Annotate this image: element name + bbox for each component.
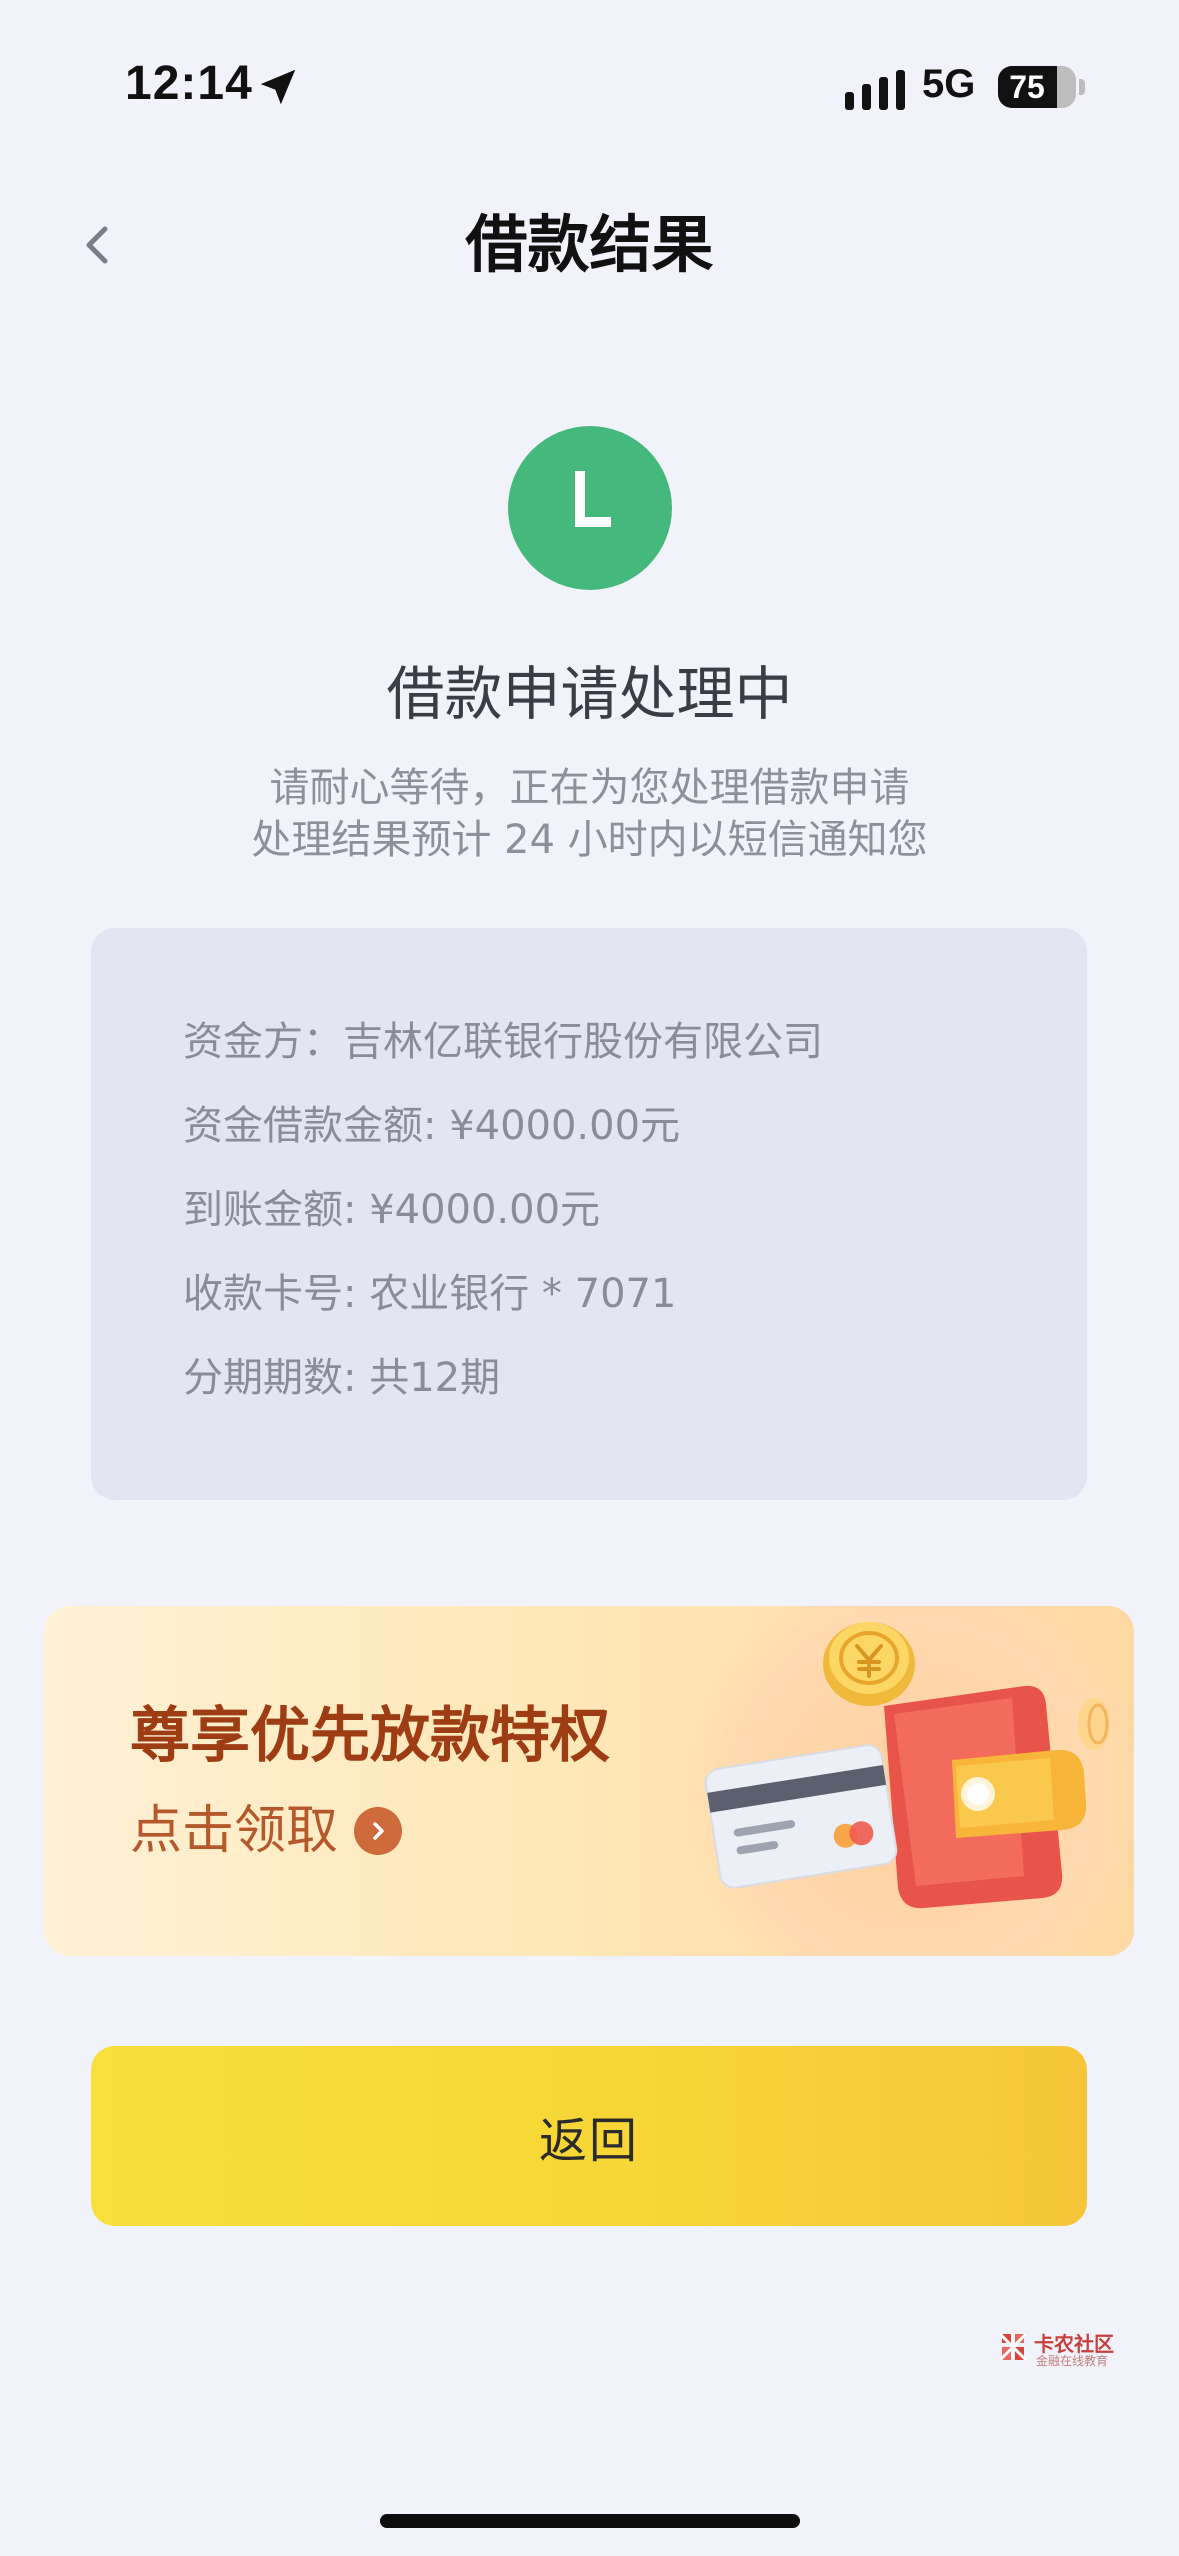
page-title: 借款结果 bbox=[465, 208, 714, 281]
info-row-card-number: 收款卡号: 农业银行 * 7071 bbox=[183, 1271, 677, 1317]
status-time: 12:14 bbox=[125, 57, 253, 110]
return-button-label: 返回 bbox=[538, 2113, 639, 2169]
network-type: 5G bbox=[922, 62, 976, 106]
info-row-installments: 分期期数: 共12期 bbox=[183, 1355, 501, 1401]
wallet-card-coin-illustration bbox=[704, 1622, 1110, 1909]
back-button[interactable] bbox=[66, 210, 126, 280]
status-circle bbox=[508, 426, 672, 590]
chevron-left-icon bbox=[86, 226, 108, 264]
status-bar: 12:14 5G 75 bbox=[0, 0, 1179, 170]
home-indicator[interactable] bbox=[380, 2514, 800, 2528]
status-description-line-2: 处理结果预计 24 小时内以短信通知您 bbox=[251, 817, 928, 863]
watermark-subtitle: 金融在线教育 bbox=[1036, 2354, 1109, 2368]
status-description-line-1: 请耐心等待，正在为您处理借款申请 bbox=[269, 765, 910, 811]
battery-cap bbox=[1079, 79, 1085, 95]
promo-claim-link[interactable]: 点击领取 bbox=[130, 1796, 403, 1866]
status-title: 借款申请处理中 bbox=[386, 660, 793, 728]
info-row-fund-provider: 资金方：吉林亿联银行股份有限公司 bbox=[183, 1019, 823, 1065]
watermark-logo: 卡农社区 金融在线教育 bbox=[996, 2328, 1126, 2372]
promo-title: 尊享优先放款特权 bbox=[130, 1701, 610, 1771]
cellular-signal-icon bbox=[845, 70, 905, 110]
battery-icon: 75 bbox=[998, 66, 1076, 108]
location-arrow-icon bbox=[260, 69, 296, 105]
clock-icon bbox=[575, 471, 611, 527]
return-button[interactable]: 返回 bbox=[91, 2046, 1087, 2226]
promo-banner[interactable]: 尊享优先放款特权 点击领取 bbox=[44, 1606, 1134, 1956]
info-row-loan-amount: 资金借款金额: ¥4000.00元 bbox=[183, 1103, 681, 1149]
battery-level: 75 bbox=[1009, 69, 1045, 105]
promo-cta-label: 点击领取 bbox=[130, 1801, 339, 1861]
watermark-icon bbox=[998, 2332, 1028, 2362]
chevron-right-circle-icon bbox=[354, 1807, 403, 1855]
info-row-received-amount: 到账金额: ¥4000.00元 bbox=[183, 1187, 601, 1233]
loan-info-card: 资金方：吉林亿联银行股份有限公司 资金借款金额: ¥4000.00元 到账金额:… bbox=[91, 928, 1087, 1500]
